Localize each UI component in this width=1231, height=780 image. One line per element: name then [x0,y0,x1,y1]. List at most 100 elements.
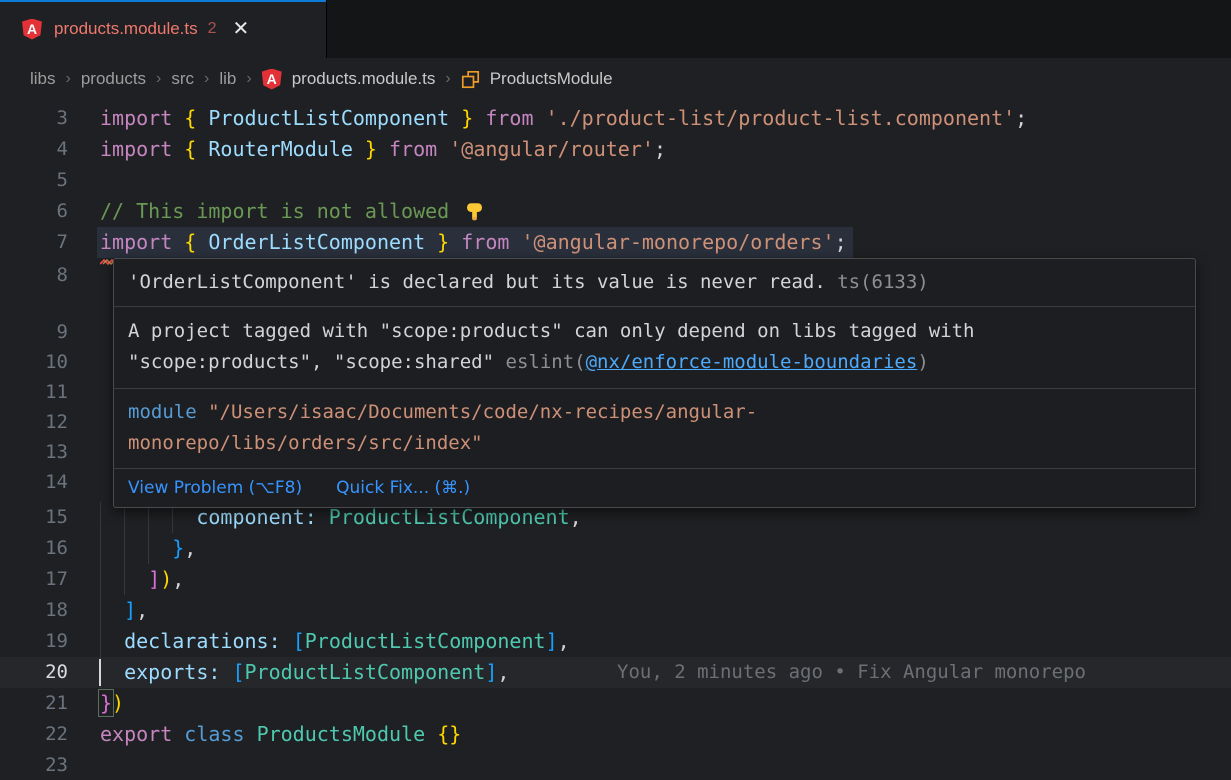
token [317,505,329,529]
angular-file-icon: A [22,19,42,40]
token [100,660,124,684]
line-number-4[interactable]: 4 [0,134,68,165]
line-number-11[interactable]: 11 [0,377,68,408]
code-line-21[interactable]: }) [100,688,124,719]
token: , [558,629,570,653]
line-number-6[interactable]: 6 [0,196,68,227]
line-number-10[interactable]: 10 [0,347,68,378]
token: '@angular/router' [449,137,654,161]
hover-eslint-source: eslint( [506,351,586,373]
line-number-12[interactable]: 12 [0,407,68,438]
breadcrumb-item-file[interactable]: products.module.ts [292,69,436,89]
code-line-18[interactable]: ], [100,595,148,626]
indent-guide [100,626,101,657]
token: ) [160,567,172,591]
line-number-5[interactable]: 5 [0,165,68,196]
token: { [184,137,196,161]
tab-products-module[interactable]: A products.module.ts 2 ✕ [0,0,327,58]
hover-ts-diagnostic: 'OrderListComponent' is declared but its… [114,259,1195,306]
token [172,230,184,254]
tab-close-icon[interactable]: ✕ [233,19,250,39]
token [220,660,232,684]
line-number-15[interactable]: 15 [0,502,68,533]
tab-title: products.module.ts [54,19,198,39]
token: } [437,230,449,254]
line-number-3[interactable]: 3 [0,103,68,134]
token: RouterModule [196,137,365,161]
line-number-23[interactable]: 23 [0,750,68,780]
token [172,106,184,130]
indent-guide [100,564,101,595]
code-line-3[interactable]: import { ProductListComponent } from './… [100,103,1027,134]
token: component: [196,505,316,529]
token: } [172,536,184,560]
breadcrumb-item-lib[interactable]: lib [219,69,236,89]
line-number-9[interactable]: 9 [0,317,68,348]
breadcrumb-item-src[interactable]: src [171,69,194,89]
token: ; [1015,106,1027,130]
token: [ [232,660,244,684]
code-line-22[interactable]: export class ProductsModule {} [100,719,461,750]
line-number-21[interactable]: 21 [0,688,68,719]
token [172,137,184,161]
token [425,722,437,746]
code-line-16[interactable]: }, [100,533,196,564]
breadcrumb: libs›products›src›lib›Aproducts.module.t… [0,58,1231,100]
line-number-14[interactable]: 14 [0,467,68,498]
line-number-8[interactable]: 8 [0,260,68,291]
token: OrderListComponent [196,230,437,254]
line-number-19[interactable]: 19 [0,626,68,657]
token: , [497,660,509,684]
module-path-line2: monorepo/libs/orders/src/index" [128,432,483,454]
tab-bar: A products.module.ts 2 ✕ [0,0,1231,58]
line-number-7[interactable]: 7 [0,227,68,258]
token: ProductListComponent [329,505,570,529]
hover-action-bar: View Problem (⌥F8) Quick Fix... (⌘.) [114,469,1195,507]
token: declarations: [124,629,281,653]
line-number-22[interactable]: 22 [0,719,68,750]
indent-guide [148,533,149,564]
pointing-down-emoji [464,201,485,222]
code-line-6[interactable]: // This import is not allowed [100,196,485,227]
token: ] [124,598,136,622]
token: from [389,137,437,161]
token: ProductListComponent [245,660,486,684]
token [534,106,546,130]
angular-file-icon: A [262,69,282,90]
hover-eslint-source-close: ) [917,351,928,373]
line-number-17[interactable]: 17 [0,564,68,595]
breadcrumb-item-libs[interactable]: libs [30,69,56,89]
token [100,629,124,653]
token: ProductListComponent [196,106,461,130]
token [449,230,461,254]
breadcrumb-item-symbol[interactable]: ProductsModule [490,69,613,89]
hover-eslint-line1: A project tagged with "scope:products" c… [128,320,974,342]
breadcrumb-separator: › [246,70,251,88]
line-number-13[interactable]: 13 [0,437,68,468]
token: '@angular-monorepo/orders' [521,230,834,254]
code-line-17[interactable]: ]), [100,564,184,595]
token [437,137,449,161]
error-hover-popup: 'OrderListComponent' is declared but its… [113,258,1196,508]
code-editor[interactable]: 'OrderListComponent' is declared but its… [0,100,1231,780]
token: ; [654,137,666,161]
token [100,598,124,622]
line-number-16[interactable]: 16 [0,533,68,564]
code-line-4[interactable]: import { RouterModule } from '@angular/r… [100,134,666,165]
class-symbol-icon [461,70,480,89]
token: ProductsModule [257,722,426,746]
view-problem-button[interactable]: View Problem (⌥F8) [128,478,302,498]
token: exports: [124,660,220,684]
eslint-rule-link[interactable]: @nx/enforce-module-boundaries [586,351,918,373]
token: './product-list/product-list.component' [546,106,1016,130]
token: {} [437,722,461,746]
breadcrumb-item-products[interactable]: products [81,69,146,89]
line-number-18[interactable]: 18 [0,595,68,626]
token [172,722,184,746]
token: , [570,505,582,529]
indent-guide [100,533,101,564]
code-line-20[interactable]: exports: [ProductListComponent], [100,657,509,688]
code-line-19[interactable]: declarations: [ProductListComponent], [100,626,570,657]
hover-ts-code: ts(6133) [837,271,929,293]
quick-fix-button[interactable]: Quick Fix... (⌘.) [336,478,470,498]
